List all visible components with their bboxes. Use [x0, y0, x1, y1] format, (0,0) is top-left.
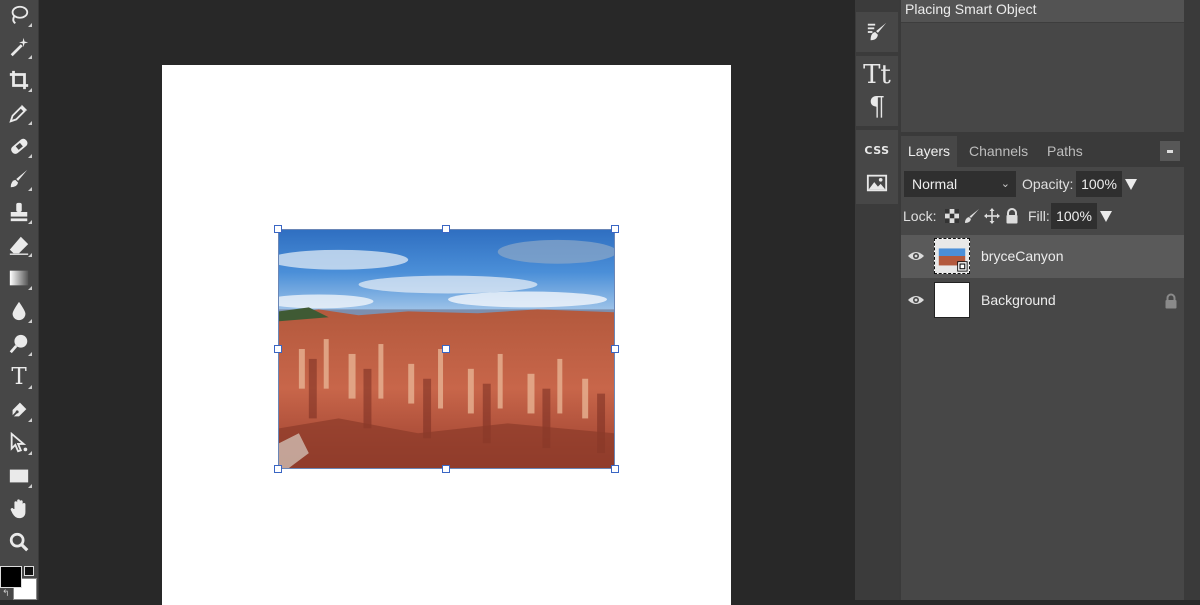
eraser-icon	[9, 236, 29, 255]
gradient-tool-button[interactable]	[3, 263, 35, 293]
zoom-tool-button[interactable]	[3, 527, 35, 557]
opacity-input[interactable]: 100%	[1076, 171, 1122, 197]
transform-handle-bottom-right[interactable]	[611, 465, 619, 473]
crop-tool-button[interactable]	[3, 65, 35, 95]
gradient-icon	[9, 270, 29, 286]
blend-mode-value: Normal	[912, 176, 958, 192]
history-panel: Placing Smart Object	[901, 0, 1184, 132]
transform-handle-bottom-left[interactable]	[274, 465, 282, 473]
transform-handle-left[interactable]	[274, 345, 282, 353]
magic-wand-tool-button[interactable]	[3, 32, 35, 62]
eye-icon[interactable]	[907, 249, 925, 263]
panel-menu-button[interactable]	[1160, 141, 1180, 161]
paragraph-icon: ¶	[868, 92, 886, 122]
lock-pixels-icon[interactable]	[964, 208, 980, 224]
smart-object-thumbnail-icon	[935, 239, 969, 273]
history-brush-icon	[867, 22, 887, 41]
character-panel-button[interactable]: Tt	[856, 60, 898, 90]
tab-layers[interactable]: Layers	[901, 136, 958, 167]
brush-tool-button[interactable]	[3, 164, 35, 194]
transform-handle-top[interactable]	[442, 225, 450, 233]
fill-slider-toggle-icon[interactable]	[1100, 211, 1112, 222]
layer-name[interactable]: bryceCanyon	[981, 248, 1064, 264]
pen-tool-button[interactable]	[3, 395, 35, 425]
layer-row-brycecanyon[interactable]: bryceCanyon	[901, 235, 1184, 278]
lock-icon[interactable]	[1164, 293, 1178, 309]
transform-handle-bottom[interactable]	[442, 465, 450, 473]
tools-toolbar: T ↰	[0, 0, 39, 600]
opacity-slider-toggle-icon[interactable]	[1125, 179, 1137, 190]
blend-mode-select[interactable]: Normal ⌄	[904, 171, 1016, 197]
lasso-tool-button[interactable]	[3, 0, 35, 30]
foreground-color-swatch[interactable]	[0, 566, 22, 588]
layer-row-background[interactable]: Background	[901, 279, 1184, 322]
transform-handle-center[interactable]	[442, 345, 450, 353]
paragraph-panel-button[interactable]: ¶	[856, 92, 898, 122]
hand-tool-button[interactable]	[3, 494, 35, 524]
eyedropper-icon	[9, 104, 28, 123]
history-item[interactable]: Placing Smart Object	[901, 0, 1184, 23]
layer-name[interactable]: Background	[981, 292, 1056, 308]
blur-drop-icon	[12, 301, 26, 321]
rectangle-shape-icon	[9, 469, 29, 483]
eye-icon[interactable]	[907, 293, 925, 307]
fill-label: Fill:	[1028, 208, 1050, 224]
hand-icon	[10, 499, 26, 519]
chevron-down-icon: ⌄	[1000, 178, 1010, 190]
healing-brush-icon	[11, 138, 28, 154]
clone-stamp-icon	[10, 202, 28, 222]
swap-colors-icon[interactable]	[24, 566, 34, 576]
transform-handle-right[interactable]	[611, 345, 619, 353]
css-icon: CSS	[864, 143, 890, 157]
right-panels: Placing Smart Object Layers Channels Pat…	[899, 0, 1200, 600]
lock-label: Lock:	[903, 208, 937, 224]
rectangle-tool-button[interactable]	[3, 461, 35, 491]
lock-all-icon[interactable]	[1004, 208, 1020, 224]
zoom-icon	[9, 532, 29, 552]
transform-handle-top-right[interactable]	[611, 225, 619, 233]
dodge-icon	[9, 334, 28, 354]
clone-stamp-tool-button[interactable]	[3, 197, 35, 227]
path-select-icon	[10, 432, 28, 453]
layers-panel-tabs: Layers Channels Paths	[901, 136, 1184, 167]
eraser-tool-button[interactable]	[3, 230, 35, 260]
dodge-tool-button[interactable]	[3, 329, 35, 359]
layer-thumbnail	[934, 282, 970, 318]
path-select-tool-button[interactable]	[3, 428, 35, 458]
menu-icon	[1167, 149, 1173, 153]
history-panel-button[interactable]	[856, 17, 898, 47]
crop-icon	[9, 70, 29, 90]
type-icon: T	[11, 363, 27, 390]
tab-channels[interactable]: Channels	[962, 136, 1035, 167]
character-icon: Tt	[863, 60, 891, 90]
tab-paths[interactable]: Paths	[1040, 136, 1090, 167]
magic-wand-icon	[10, 37, 29, 57]
image-icon	[866, 174, 888, 192]
layers-panel: Layers Channels Paths Normal ⌄ Opacity: …	[901, 136, 1184, 600]
healing-brush-tool-button[interactable]	[3, 131, 35, 161]
layer-thumbnail	[934, 238, 970, 274]
history-item-label: Placing Smart Object	[905, 1, 1037, 17]
eyedropper-tool-button[interactable]	[3, 98, 35, 128]
lock-position-icon[interactable]	[984, 208, 1000, 224]
image-panel-button[interactable]	[856, 168, 898, 198]
reset-colors-icon[interactable]: ↰	[2, 588, 10, 599]
transform-handle-top-left[interactable]	[274, 225, 282, 233]
opacity-label: Opacity:	[1022, 176, 1074, 192]
type-tool-button[interactable]: T	[3, 362, 35, 392]
pen-icon	[10, 402, 27, 419]
fill-input[interactable]: 100%	[1051, 203, 1097, 229]
brush-icon	[10, 169, 28, 188]
lasso-icon	[11, 5, 29, 24]
css-panel-button[interactable]: CSS	[856, 135, 898, 165]
blur-tool-button[interactable]	[3, 296, 35, 326]
panel-icon-strip: Tt ¶ CSS	[855, 0, 899, 600]
lock-transparency-icon[interactable]	[944, 208, 960, 224]
